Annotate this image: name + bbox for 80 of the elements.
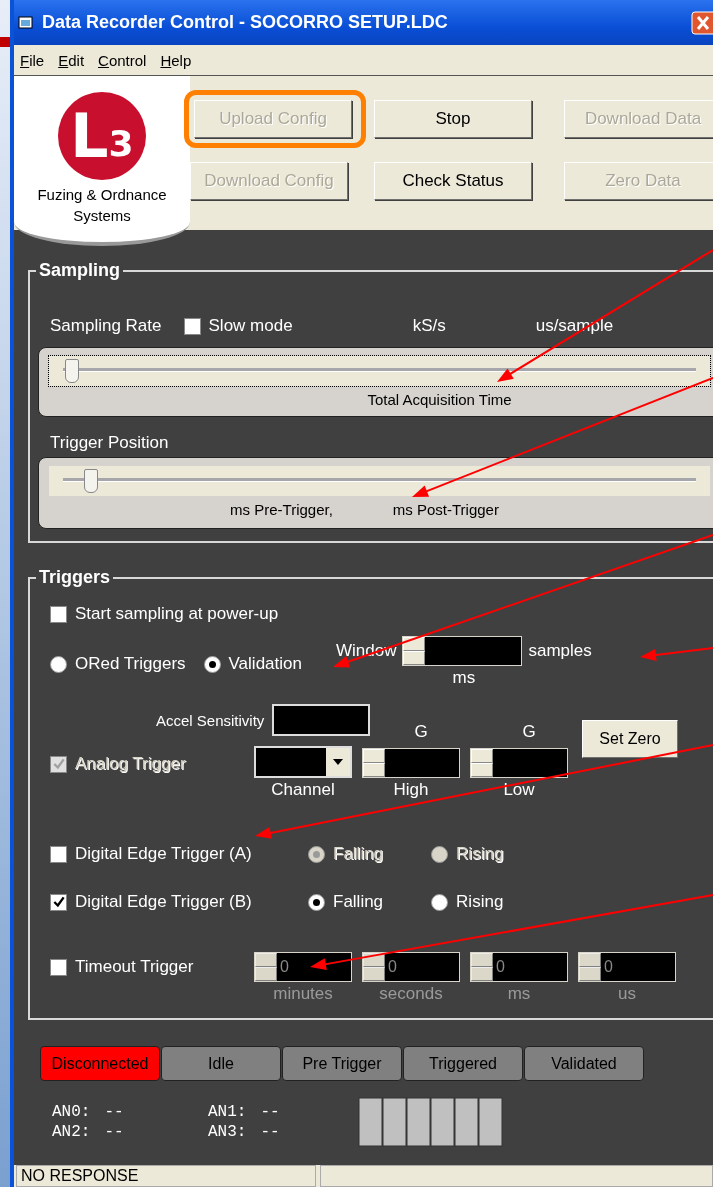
checkbox[interactable] <box>50 958 67 976</box>
unit-label: minutes <box>273 984 333 1004</box>
accent-bar <box>0 37 10 47</box>
status-indicator: Triggered <box>403 1046 523 1081</box>
field-label: Accel Sensitivity <box>156 711 265 729</box>
checkbox[interactable] <box>50 605 67 623</box>
radio-button[interactable] <box>308 893 325 911</box>
input-field[interactable] <box>272 704 371 736</box>
readout-value: -- <box>260 1123 280 1141</box>
menu-item[interactable]: File <box>20 51 45 69</box>
radio-label: Falling <box>333 892 384 912</box>
caret-icon <box>333 759 343 765</box>
slider-thumb[interactable] <box>65 359 80 383</box>
spin-control[interactable]: 0 <box>578 952 676 982</box>
checkbox-label: Digital Edge Trigger (A) <box>75 844 252 864</box>
unit-label: samples <box>528 641 592 661</box>
field-label: Trigger Position <box>50 433 170 453</box>
radio-button[interactable] <box>431 893 449 911</box>
spin-control[interactable]: 0 <box>254 952 352 982</box>
unit-label: G <box>414 722 428 743</box>
spin-control[interactable]: 0 <box>362 952 460 982</box>
unit-label: kS/s <box>412 316 446 336</box>
radio-button[interactable] <box>203 655 221 673</box>
window-title: Data Recorder Control - SOCORRO SETUP.LDC <box>42 12 448 33</box>
group-title: Triggers <box>38 567 112 588</box>
readout-label: AN1: <box>208 1103 247 1121</box>
spin-control[interactable]: 0 <box>470 952 568 982</box>
close-icon[interactable] <box>691 11 713 35</box>
spin-control[interactable] <box>470 748 568 778</box>
group-title: Sampling <box>38 260 121 281</box>
checkbox-label: Analog Trigger <box>75 754 186 774</box>
readout-label: AN0: <box>52 1103 91 1121</box>
slider-caption: ms Post-Trigger <box>392 501 499 518</box>
channel-dropdown[interactable] <box>254 746 352 778</box>
status-indicator: Pre Trigger <box>282 1046 402 1081</box>
slider-track[interactable] <box>49 356 710 386</box>
readout-value: -- <box>104 1123 124 1141</box>
checkbox[interactable] <box>183 317 201 335</box>
unit-label: seconds <box>379 984 443 1004</box>
radio-label: Rising <box>456 844 504 864</box>
spin-control[interactable] <box>402 636 523 666</box>
slider-thumb[interactable] <box>84 469 98 493</box>
unit-label: ms <box>452 668 476 688</box>
radio-button[interactable] <box>50 655 67 673</box>
slider-track[interactable] <box>49 466 710 496</box>
field-label: High <box>393 780 429 800</box>
spin-control[interactable] <box>362 748 460 778</box>
unit-label: ms <box>507 984 531 1004</box>
radio-label: ORed Triggers <box>75 654 186 674</box>
logo-caption: Fuzing & Ordnance Systems <box>36 185 168 226</box>
readout-label: AN2: <box>52 1123 91 1141</box>
slider-caption: ms Pre-Trigger, <box>230 501 333 518</box>
logo-mark: L3 <box>58 92 146 180</box>
field-label: Channel <box>271 780 335 800</box>
readout-value: -- <box>260 1103 280 1121</box>
toolbar-button[interactable]: Check Status <box>374 162 532 200</box>
menu-item[interactable]: Control <box>98 51 147 69</box>
radio-label: Validation <box>228 654 302 674</box>
checkbox-label: Slow mode <box>208 316 293 336</box>
readout-value: -- <box>104 1103 124 1121</box>
unit-label: us <box>618 984 636 1004</box>
checkbox-label: Digital Edge Trigger (B) <box>75 892 252 912</box>
menu-item[interactable]: Edit <box>58 51 85 69</box>
radio-label: Rising <box>456 892 504 912</box>
toolbar-button[interactable]: Stop <box>374 100 532 138</box>
status-indicator: Idle <box>161 1046 281 1081</box>
status-text: NO RESPONSE <box>16 1165 316 1187</box>
unit-label: G <box>522 722 536 743</box>
checkbox-label: Start sampling at power-up <box>75 604 279 624</box>
status-indicator: Disconnected <box>40 1046 160 1081</box>
menu-item[interactable]: Help <box>160 51 192 69</box>
radio-label: Falling <box>333 844 384 864</box>
status-indicator: Validated <box>524 1046 644 1081</box>
field-label: Sampling Rate <box>50 316 162 336</box>
slider-caption: Total Acquisition Time <box>366 391 513 408</box>
window-icon <box>18 14 34 31</box>
checkbox[interactable] <box>50 893 67 911</box>
readout-label: AN3: <box>208 1123 247 1141</box>
field-label: Low <box>503 780 535 800</box>
checkbox-label: Timeout Trigger <box>75 957 194 977</box>
